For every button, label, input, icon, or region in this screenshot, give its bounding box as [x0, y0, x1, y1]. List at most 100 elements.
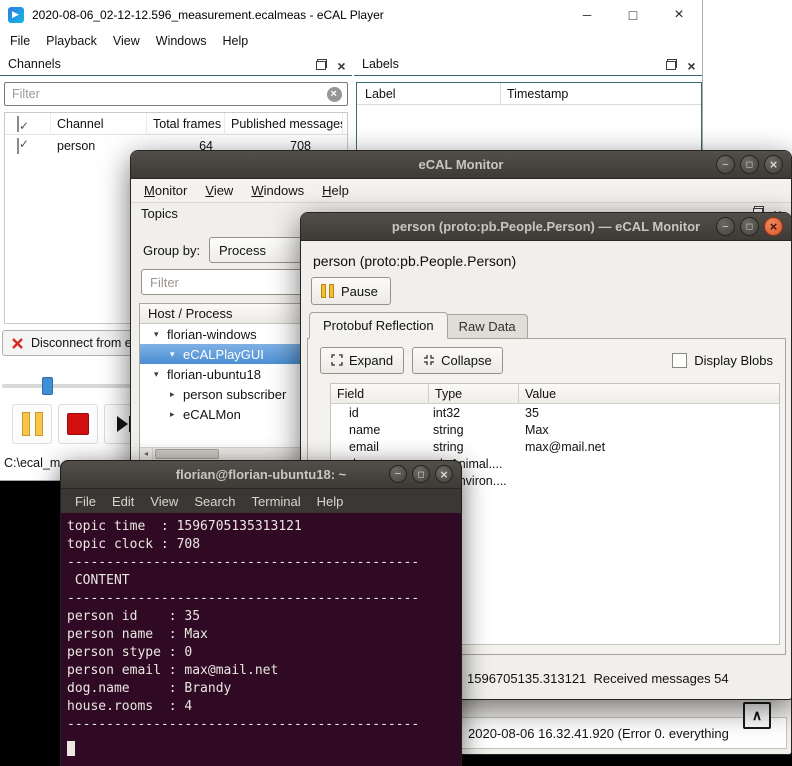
scroll-to-top-button[interactable] [743, 702, 771, 729]
pause-icon [321, 284, 334, 298]
table-row[interactable]: id int32 35 [331, 404, 779, 421]
maximize-icon[interactable] [740, 217, 759, 236]
table-row[interactable]: email string max@mail.net [331, 438, 779, 455]
column-header-value[interactable]: Value [519, 384, 779, 404]
terminal-menubar: File Edit View Search Terminal Help [61, 489, 461, 513]
expanded-triangle-icon[interactable] [154, 329, 167, 340]
menu-help[interactable]: Help [313, 181, 358, 200]
maximize-icon[interactable] [610, 0, 656, 30]
menu-view[interactable]: View [105, 32, 148, 50]
player-menubar: File Playback View Windows Help [0, 30, 702, 52]
channels-dock-title: Channels [8, 57, 61, 71]
float-panel-icon[interactable] [316, 58, 327, 70]
menu-file[interactable]: File [2, 32, 38, 50]
close-panel-icon[interactable] [686, 58, 697, 70]
red-x-icon [12, 337, 23, 349]
select-all-cell [5, 113, 51, 135]
ecal-player-app-icon [8, 7, 24, 23]
terminal-titlebar[interactable]: florian@florian-ubuntu18: ~ [61, 461, 461, 489]
log-entry[interactable]: 2020-08-06 16.32.41.920 (Error 0. everyt… [468, 726, 729, 741]
monitor-window-controls [716, 155, 783, 174]
menu-search[interactable]: Search [186, 492, 243, 511]
value-cell: 35 [525, 405, 539, 420]
group-by-value: Process [219, 243, 266, 258]
tree-item-label: eCALMon [183, 406, 241, 422]
scrollbar-thumb[interactable] [155, 449, 219, 459]
monitor-titlebar[interactable]: eCAL Monitor [131, 151, 791, 179]
tree-item-label: person subscriber [183, 386, 287, 402]
column-header-channel[interactable]: Channel [51, 113, 147, 135]
menu-help[interactable]: Help [214, 32, 256, 50]
collapse-button[interactable]: Collapse [412, 346, 503, 374]
close-icon[interactable] [764, 155, 783, 174]
close-icon[interactable] [764, 217, 783, 236]
status-bar-text: 1596705135.313121 Received messages 54 [467, 671, 729, 686]
expanded-triangle-icon[interactable] [154, 369, 167, 380]
tree-item-label: eCALPlayGUI [183, 346, 264, 362]
stop-button[interactable] [58, 404, 98, 444]
minimize-icon[interactable] [564, 0, 610, 30]
pause-button[interactable] [12, 404, 52, 444]
column-header-published-messages[interactable]: Published messages [225, 113, 343, 135]
column-header-type[interactable]: Type [429, 384, 519, 404]
pause-button[interactable]: Pause [311, 277, 391, 305]
close-panel-icon[interactable] [336, 58, 347, 70]
maximize-icon[interactable] [740, 155, 759, 174]
menu-help[interactable]: Help [309, 492, 352, 511]
menu-edit[interactable]: Edit [104, 492, 142, 511]
player-window-controls [564, 0, 702, 30]
transport-controls [12, 404, 144, 444]
menu-windows[interactable]: Windows [148, 32, 215, 50]
playback-slider-handle[interactable] [42, 377, 53, 395]
minimize-icon[interactable] [716, 217, 735, 236]
maximize-icon[interactable] [412, 465, 430, 483]
close-icon[interactable] [656, 0, 702, 30]
collapsed-triangle-icon[interactable] [170, 389, 183, 400]
view-tabs: Protobuf Reflection Raw Data [309, 312, 528, 339]
minimize-icon[interactable] [716, 155, 735, 174]
tree-item-label: florian-windows [167, 326, 257, 342]
close-icon[interactable] [435, 465, 453, 483]
tab-protobuf-reflection[interactable]: Protobuf Reflection [309, 312, 448, 339]
labels-dock-header[interactable]: Labels [354, 54, 702, 76]
reflection-toolbar: Expand Collapse Display Blobs [308, 339, 785, 381]
scroll-left-icon[interactable] [140, 448, 153, 460]
column-header-field[interactable]: Field [331, 384, 429, 404]
collapse-icon [424, 355, 435, 365]
expanded-triangle-icon[interactable] [170, 349, 183, 360]
pause-icon [21, 412, 43, 436]
column-header-label[interactable]: Label [357, 83, 501, 105]
terminal-cursor [67, 741, 75, 756]
display-blobs-checkbox[interactable] [672, 352, 688, 368]
menu-windows[interactable]: Windows [242, 181, 313, 200]
measurement-path-label: C:\ecal_m [4, 456, 61, 470]
group-by-label: Group by: [143, 243, 201, 258]
menu-monitor[interactable]: Monitor [135, 181, 196, 200]
menu-file[interactable]: File [67, 492, 104, 511]
display-blobs-label: Display Blobs [694, 352, 773, 368]
person-titlebar[interactable]: person (proto:pb.People.Person) — eCAL M… [301, 213, 791, 241]
minimize-icon[interactable] [389, 465, 407, 483]
clear-filter-icon[interactable] [327, 87, 342, 102]
type-cell: string [433, 422, 464, 437]
topics-dock-title: Topics [141, 206, 178, 221]
float-panel-icon[interactable] [666, 58, 677, 70]
table-row[interactable]: name string Max [331, 421, 779, 438]
channels-filter-input[interactable]: Filter [4, 82, 348, 106]
menu-playback[interactable]: Playback [38, 32, 105, 50]
channels-dock-header[interactable]: Channels [0, 54, 352, 76]
terminal-screen[interactable]: topic time : 1596705135313121 topic cloc… [61, 513, 461, 766]
terminal-window: florian@florian-ubuntu18: ~ File Edit Vi… [60, 460, 462, 766]
player-titlebar[interactable]: 2020-08-06_02-12-12.596_measurement.ecal… [0, 0, 702, 30]
labels-dock-title: Labels [362, 57, 399, 71]
column-header-timestamp[interactable]: Timestamp [501, 83, 701, 105]
collapsed-triangle-icon[interactable] [170, 409, 183, 420]
channel-checkbox[interactable] [17, 138, 19, 154]
menu-terminal[interactable]: Terminal [244, 492, 309, 511]
select-all-checkbox[interactable] [17, 116, 19, 132]
expand-button[interactable]: Expand [320, 346, 405, 374]
tab-raw-data[interactable]: Raw Data [447, 314, 528, 339]
menu-view[interactable]: View [142, 492, 186, 511]
menu-view[interactable]: View [196, 181, 242, 200]
column-header-total-frames[interactable]: Total frames [147, 113, 225, 135]
